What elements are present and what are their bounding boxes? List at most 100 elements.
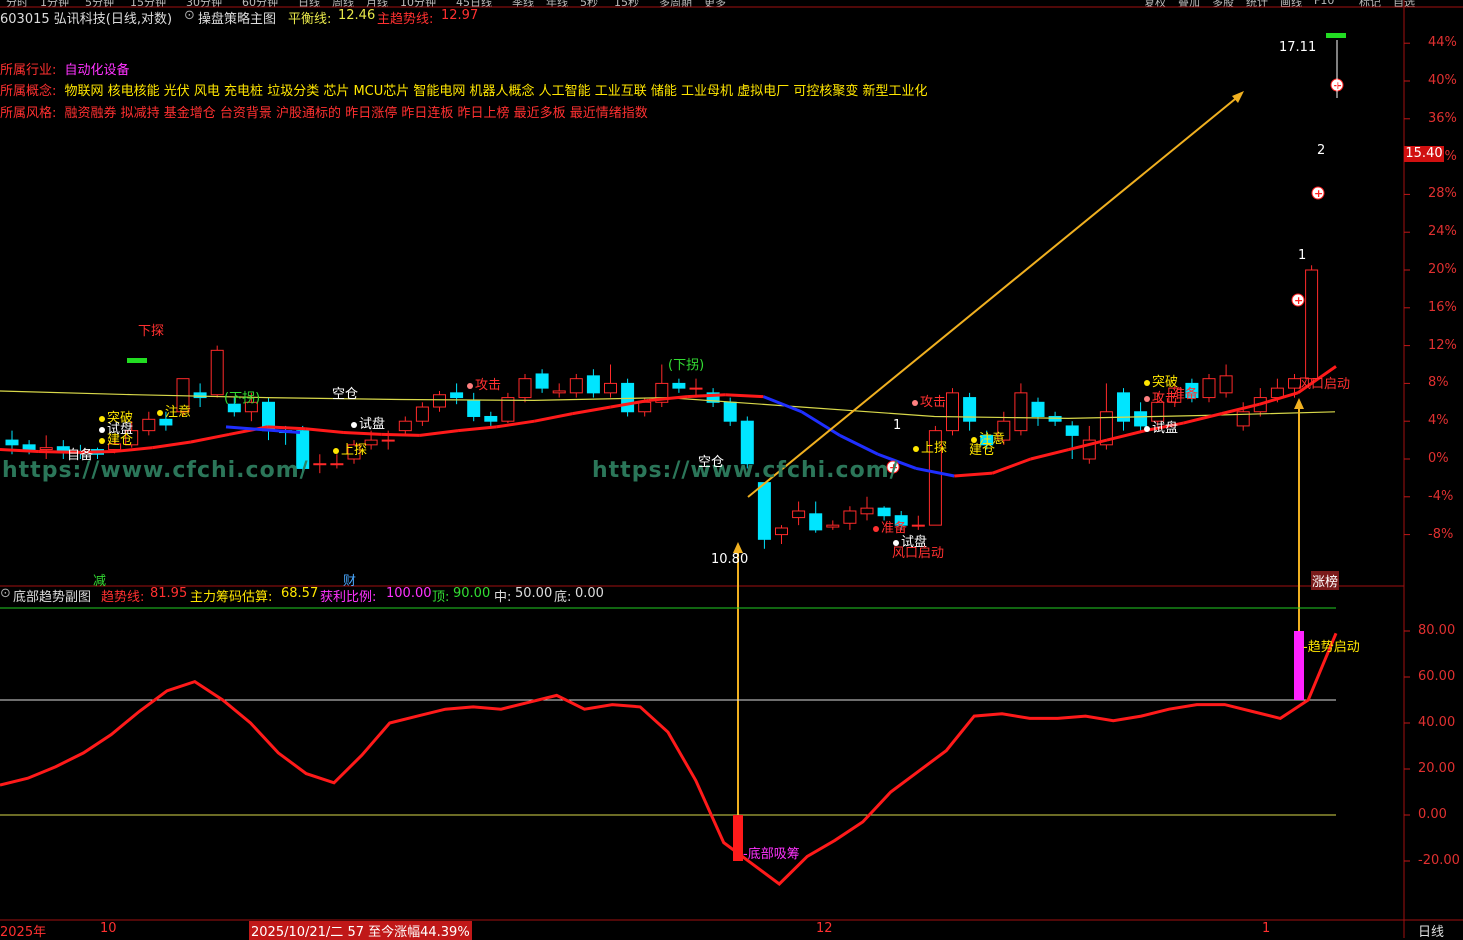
date-axis: 2025年 10 2025/10/21/二 57 至今涨幅44.39% 12 1…	[0, 920, 1463, 940]
dot-icon	[873, 525, 879, 532]
trend-line-segment	[0, 448, 39, 453]
style-value: 融资融券 拟减持 基金增仓 台资背景 沪股通标的 昨日涨停 昨日连板 昨日上榜 …	[64, 106, 648, 121]
signal-bar	[1326, 33, 1346, 38]
sub-axis-tick-label: 0.00	[1418, 807, 1447, 822]
dot-icon	[912, 399, 918, 406]
marker-gongji-2: 攻击	[912, 391, 946, 410]
candle-up	[569, 378, 583, 394]
candle-down	[621, 382, 635, 413]
note-trend-start: -趋势启动	[1303, 640, 1360, 655]
trend-line-segment	[343, 431, 382, 436]
marker-kongcang-2: 空仓	[698, 455, 725, 470]
period-label[interactable]: 日线	[1418, 921, 1444, 940]
stock-title[interactable]: 603015 弘讯科技(日线,对数)	[0, 8, 172, 27]
high-price-label: 17.11	[1279, 40, 1317, 55]
candle-up	[398, 420, 412, 432]
dot-icon	[1144, 395, 1150, 402]
trend-line-segment	[305, 427, 344, 435]
candle-up	[946, 392, 959, 432]
candle-up	[1202, 378, 1216, 399]
candle-down	[484, 415, 498, 422]
candle-up	[911, 524, 925, 527]
trend-line-segment	[648, 395, 688, 402]
candle-up	[775, 527, 788, 536]
candle-up	[792, 510, 806, 519]
sub-bottom-label: 底:	[554, 590, 572, 605]
sub-trend-label: 趋势线:	[101, 590, 145, 605]
candle-up	[433, 394, 446, 408]
sub-mid-value: 50.00	[515, 586, 553, 601]
sub-title[interactable]: 底部趋势副图	[13, 586, 91, 605]
axis-tick-label: 4%	[1428, 413, 1449, 429]
candle-up	[1014, 392, 1028, 432]
sub-axis-tick-label: 60.00	[1418, 669, 1456, 684]
concept-value: 物联网 核电核能 光伏 风电 充电桩 垃圾分类 芯片 MCU芯片 智能电网 机器…	[64, 84, 928, 99]
candle-down	[450, 392, 464, 399]
sub-profit-value: 100.00	[386, 586, 432, 601]
candle-down	[586, 375, 600, 394]
date-year: 2025年	[0, 925, 47, 940]
sub-profit-label: 获利比例:	[320, 590, 377, 605]
style-line: 所属风格: 融资融券 拟减持 基金增仓 台资背景 沪股通标的 昨日涨停 昨日连板…	[0, 102, 648, 121]
sub-chip-value: 68.57	[281, 586, 319, 601]
signal-bar	[127, 358, 147, 363]
range-stat[interactable]: 2025/10/21/二 57 至今涨幅44.39%	[249, 921, 472, 940]
trend-line-segment	[381, 432, 420, 437]
marker-xiaguai-2: (下拐)	[668, 358, 705, 373]
marker-jiancang-1: 建仓	[99, 429, 133, 448]
concept-label: 所属概念:	[0, 84, 57, 99]
axis-tick-label: -4%	[1428, 488, 1454, 504]
candle-up	[415, 406, 429, 422]
sub-trend-value: 81.95	[150, 586, 188, 601]
date-month-12: 12	[816, 921, 833, 936]
date-month-10: 10	[100, 921, 117, 936]
candle-up	[552, 390, 566, 394]
marker-zhuyi-1: 注意	[157, 401, 191, 420]
dot-icon	[913, 445, 919, 452]
indicator-name[interactable]: 操盘策略主图	[198, 8, 276, 27]
candle-up	[210, 349, 224, 396]
trend-line-segment	[534, 412, 573, 423]
candle-up	[313, 463, 327, 466]
axis-tick-label: 8%	[1428, 375, 1449, 391]
trend-label: 主趋势线:	[377, 12, 434, 27]
marker-count-1b: 1	[1298, 248, 1307, 263]
sub-mid-label: 中:	[494, 590, 512, 605]
candle-down	[193, 392, 207, 399]
marker-shangtan-1: 上探	[333, 439, 367, 458]
sub-chip-label: 主力筹码估算:	[190, 590, 273, 605]
trend-line-segment	[839, 434, 879, 456]
candle-down	[5, 439, 19, 446]
candle-down	[672, 382, 686, 389]
candle-up	[1305, 269, 1319, 380]
sub-axis-tick-label: 40.00	[1418, 715, 1456, 730]
candle-up	[142, 418, 156, 432]
candle-up	[518, 378, 532, 399]
watermark-left: https://www.cfchi.com/	[2, 458, 309, 483]
candle-up	[843, 510, 857, 524]
candle-up	[39, 447, 53, 451]
indicator-toggle-icon[interactable]: ⊙	[184, 8, 195, 23]
plus-sign-icon: +	[1294, 294, 1303, 307]
sub-toggle-icon[interactable]: ⊙	[0, 586, 11, 601]
plus-sign-icon: +	[1333, 79, 1342, 92]
candle-down	[467, 399, 481, 417]
axis-tick-label: 44%	[1428, 35, 1457, 51]
candle-down	[22, 444, 36, 451]
axis-tick-label: 28%	[1428, 186, 1457, 202]
axis-tick-label: 20%	[1428, 262, 1457, 277]
trend-line-segment	[152, 440, 192, 450]
marker-zhunbei-2: 准备	[1172, 387, 1199, 402]
marker-shipan-4: 试盘	[1144, 417, 1178, 436]
sub-top-value: 90.00	[453, 586, 491, 601]
candle-down	[723, 401, 737, 422]
concept-line: 所属概念: 物联网 核电核能 光伏 风电 充电桩 垃圾分类 芯片 MCU芯片 智…	[0, 80, 927, 99]
trend-line-segment	[725, 393, 764, 399]
marker-fengkou-2: 风口启动	[1298, 377, 1351, 392]
trend-line-segment	[954, 471, 993, 478]
marker-kongcang-1: 空仓	[332, 387, 359, 402]
axis-tick-label: 0%	[1428, 451, 1449, 466]
trend-line-segment	[190, 432, 230, 444]
candle-down	[159, 418, 173, 426]
dot-icon	[157, 409, 163, 416]
